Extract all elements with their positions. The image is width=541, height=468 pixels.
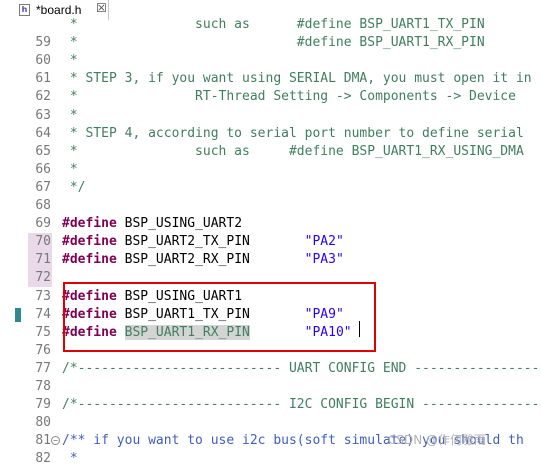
code-token: * STEP 4, according to serial port numbe… xyxy=(62,125,524,141)
code-line[interactable]: 80 xyxy=(0,414,541,432)
code-token: "PA2" xyxy=(304,234,344,250)
code-line[interactable]: 65 * such as #define BSP_UART1_RX_USING_… xyxy=(0,143,541,161)
code-text: * STEP 3, if you want using SERIAL DMA, … xyxy=(62,70,532,88)
code-token: #define xyxy=(62,252,117,268)
code-text: */ xyxy=(62,179,86,197)
h-file-icon: h xyxy=(19,4,30,16)
line-number: 78 xyxy=(35,379,51,394)
code-line[interactable]: 68 xyxy=(0,197,541,215)
code-text: * such as #define BSP_UART1_TX_PIN xyxy=(62,16,485,34)
code-token: */ xyxy=(62,179,86,195)
code-token: BSP_USING_UART2 xyxy=(116,216,243,232)
line-number: 74 xyxy=(35,306,51,322)
code-token: BSP_UART2_RX_PIN xyxy=(116,252,305,268)
code-text: /*-------------------------- I2C CONFIG … xyxy=(62,396,541,414)
code-text: * #define BSP_UART1_RX_PIN xyxy=(62,34,485,52)
code-text: * RT-Thread Setting -> Components -> Dev… xyxy=(62,88,516,106)
code-token: * STEP 3, if you want using SERIAL DMA, … xyxy=(62,71,532,87)
code-text: * xyxy=(62,52,78,70)
code-text: * STEP 4, according to serial port numbe… xyxy=(62,125,524,143)
code-line[interactable]: 66 * xyxy=(0,161,541,179)
code-token: * RT-Thread Setting -> Components -> Dev… xyxy=(62,89,516,105)
line-number: 82 xyxy=(35,451,51,467)
code-line[interactable]: 64 * STEP 4, according to serial port nu… xyxy=(0,125,541,143)
code-token: * xyxy=(62,161,78,177)
line-number: 75 xyxy=(35,324,51,340)
line-number: 77 xyxy=(35,360,51,376)
code-token: #define xyxy=(62,216,117,232)
code-token: * xyxy=(62,53,78,69)
line-number: 68 xyxy=(35,198,51,213)
code-text: /*-------------------------- UART CONFIG… xyxy=(62,360,541,378)
line-number: 64 xyxy=(35,125,51,141)
line-number: 76 xyxy=(35,342,51,358)
line-number: 63 xyxy=(35,107,51,123)
code-line[interactable]: 70 #define BSP_UART2_TX_PIN "PA2" xyxy=(0,233,541,252)
line-number: 59 xyxy=(35,35,51,51)
code-line[interactable]: 77 /*-------------------------- UART CONF… xyxy=(0,360,541,378)
line-number: 61 xyxy=(35,71,51,87)
line-number: 72 xyxy=(35,270,51,286)
code-token: * xyxy=(62,451,78,467)
code-token: * xyxy=(62,107,78,123)
line-number: 79 xyxy=(35,397,51,413)
code-token: /*-------------------------- UART CONFIG… xyxy=(62,360,541,376)
line-number: 69 xyxy=(35,216,51,232)
line-number: 81 xyxy=(35,433,51,449)
code-line[interactable]: 61 * STEP 3, if you want using SERIAL DM… xyxy=(0,70,541,88)
code-text: * xyxy=(62,450,78,468)
code-text: #define BSP_UART2_RX_PIN "PA3" xyxy=(62,251,344,269)
code-line[interactable]: * such as #define BSP_UART1_TX_PIN xyxy=(0,16,541,34)
code-text: * such as #define BSP_UART1_RX_USING_DMA xyxy=(62,143,524,161)
code-token: * such as #define BSP_UART1_TX_PIN xyxy=(62,17,485,32)
text-cursor xyxy=(359,321,360,337)
code-line[interactable]: 71 #define BSP_UART2_RX_PIN "PA3" xyxy=(0,251,541,270)
line-number: 70 xyxy=(35,234,51,250)
line-number: 65 xyxy=(35,143,51,159)
line-number: 71 xyxy=(35,252,51,268)
code-token: BSP_UART2_TX_PIN xyxy=(116,234,305,250)
watermark: CSDN @作何雅雨 xyxy=(388,433,487,447)
code-line[interactable]: 79 /*-------------------------- I2C CONFI… xyxy=(0,396,541,414)
line-number: 66 xyxy=(35,161,51,177)
line-number: 60 xyxy=(35,53,51,69)
code-text: * xyxy=(62,161,78,179)
code-line[interactable]: 78 xyxy=(0,378,541,396)
code-token: /*-------------------------- I2C CONFIG … xyxy=(62,397,541,413)
code-line[interactable]: 67 */ xyxy=(0,179,541,197)
line-number: 62 xyxy=(35,89,51,105)
code-token: "PA3" xyxy=(304,252,344,268)
line-number: 80 xyxy=(35,415,51,431)
close-icon[interactable]: ☒ xyxy=(96,1,107,15)
code-line[interactable]: 59 * #define BSP_UART1_RX_PIN xyxy=(0,34,541,52)
code-text: #define BSP_UART2_TX_PIN "PA2" xyxy=(62,233,344,251)
code-line[interactable]: 62 * RT-Thread Setting -> Components -> … xyxy=(0,88,541,106)
highlight-annotation-box xyxy=(63,282,376,352)
code-text: #define BSP_USING_UART2 xyxy=(62,215,242,233)
fold-toggle-icon[interactable]: − xyxy=(51,436,60,446)
code-text: * xyxy=(62,107,78,125)
code-line[interactable]: 69 #define BSP_USING_UART2 xyxy=(0,215,541,233)
code-line[interactable]: 63 * xyxy=(0,107,541,125)
line-number: 73 xyxy=(35,288,51,304)
code-token: * #define BSP_UART1_RX_PIN xyxy=(62,35,485,51)
tab-title: *board.h xyxy=(36,3,82,17)
code-line[interactable]: 60 * xyxy=(0,52,541,70)
line-number: 67 xyxy=(35,179,51,195)
code-token: #define xyxy=(62,234,117,250)
code-line[interactable]: 82 * xyxy=(0,450,541,468)
code-token: * such as #define BSP_UART1_RX_USING_DMA xyxy=(62,143,524,159)
